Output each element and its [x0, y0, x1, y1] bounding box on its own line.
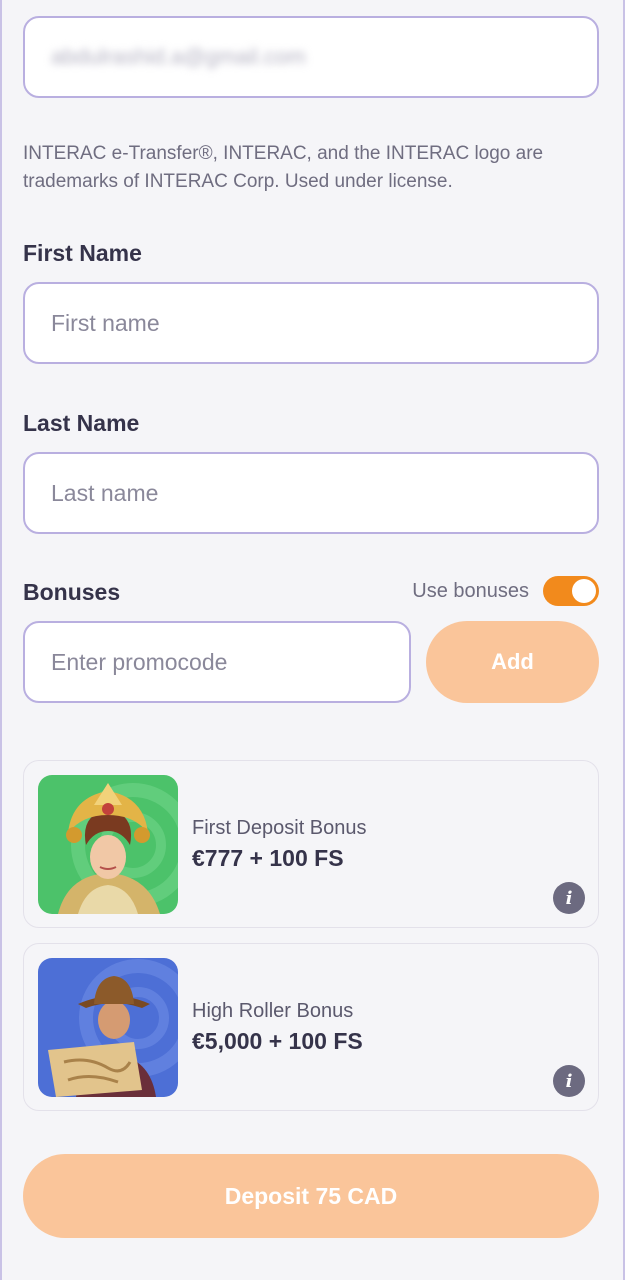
- email-value: abdulrashid.a@gmail.com: [51, 44, 306, 69]
- interac-notice: INTERAC e-Transfer®, INTERAC, and the IN…: [23, 143, 544, 192]
- add-promocode-button[interactable]: Add: [426, 621, 599, 703]
- last-name-placeholder: Last name: [51, 479, 159, 506]
- email-field[interactable]: abdulrashid.a@gmail.com: [23, 16, 599, 98]
- info-icon[interactable]: i: [553, 882, 585, 914]
- explorer-slot-art-image: [38, 958, 178, 1097]
- info-icon[interactable]: i: [553, 1065, 585, 1097]
- use-bonuses-toggle-group: Use bonuses: [412, 576, 599, 606]
- deposit-button[interactable]: Deposit 75 CAD: [23, 1154, 599, 1238]
- first-name-placeholder: First name: [51, 309, 160, 336]
- bonus-card-first-deposit[interactable]: First Deposit Bonus €777 + 100 FS i: [23, 760, 599, 928]
- bonus-title: High Roller Bonus: [192, 1000, 354, 1022]
- first-name-label: First Name: [23, 240, 142, 266]
- use-bonuses-label: Use bonuses: [412, 579, 529, 602]
- bonus-amount: €5,000 + 100 FS: [192, 1028, 363, 1054]
- bonus-card-high-roller[interactable]: High Roller Bonus €5,000 + 100 FS i: [23, 943, 599, 1111]
- goddess-slot-art-image: [38, 775, 178, 914]
- last-name-field[interactable]: Last name: [23, 452, 599, 534]
- bonuses-label: Bonuses: [23, 579, 121, 605]
- promocode-placeholder: Enter promocode: [51, 648, 228, 675]
- use-bonuses-toggle[interactable]: [543, 576, 599, 606]
- toggle-knob: [572, 579, 596, 603]
- last-name-label: Last Name: [23, 410, 140, 436]
- promocode-input[interactable]: Enter promocode: [23, 621, 411, 703]
- bonus-title: First Deposit Bonus: [192, 817, 367, 839]
- first-name-field[interactable]: First name: [23, 282, 599, 364]
- bonus-amount: €777 + 100 FS: [192, 845, 344, 871]
